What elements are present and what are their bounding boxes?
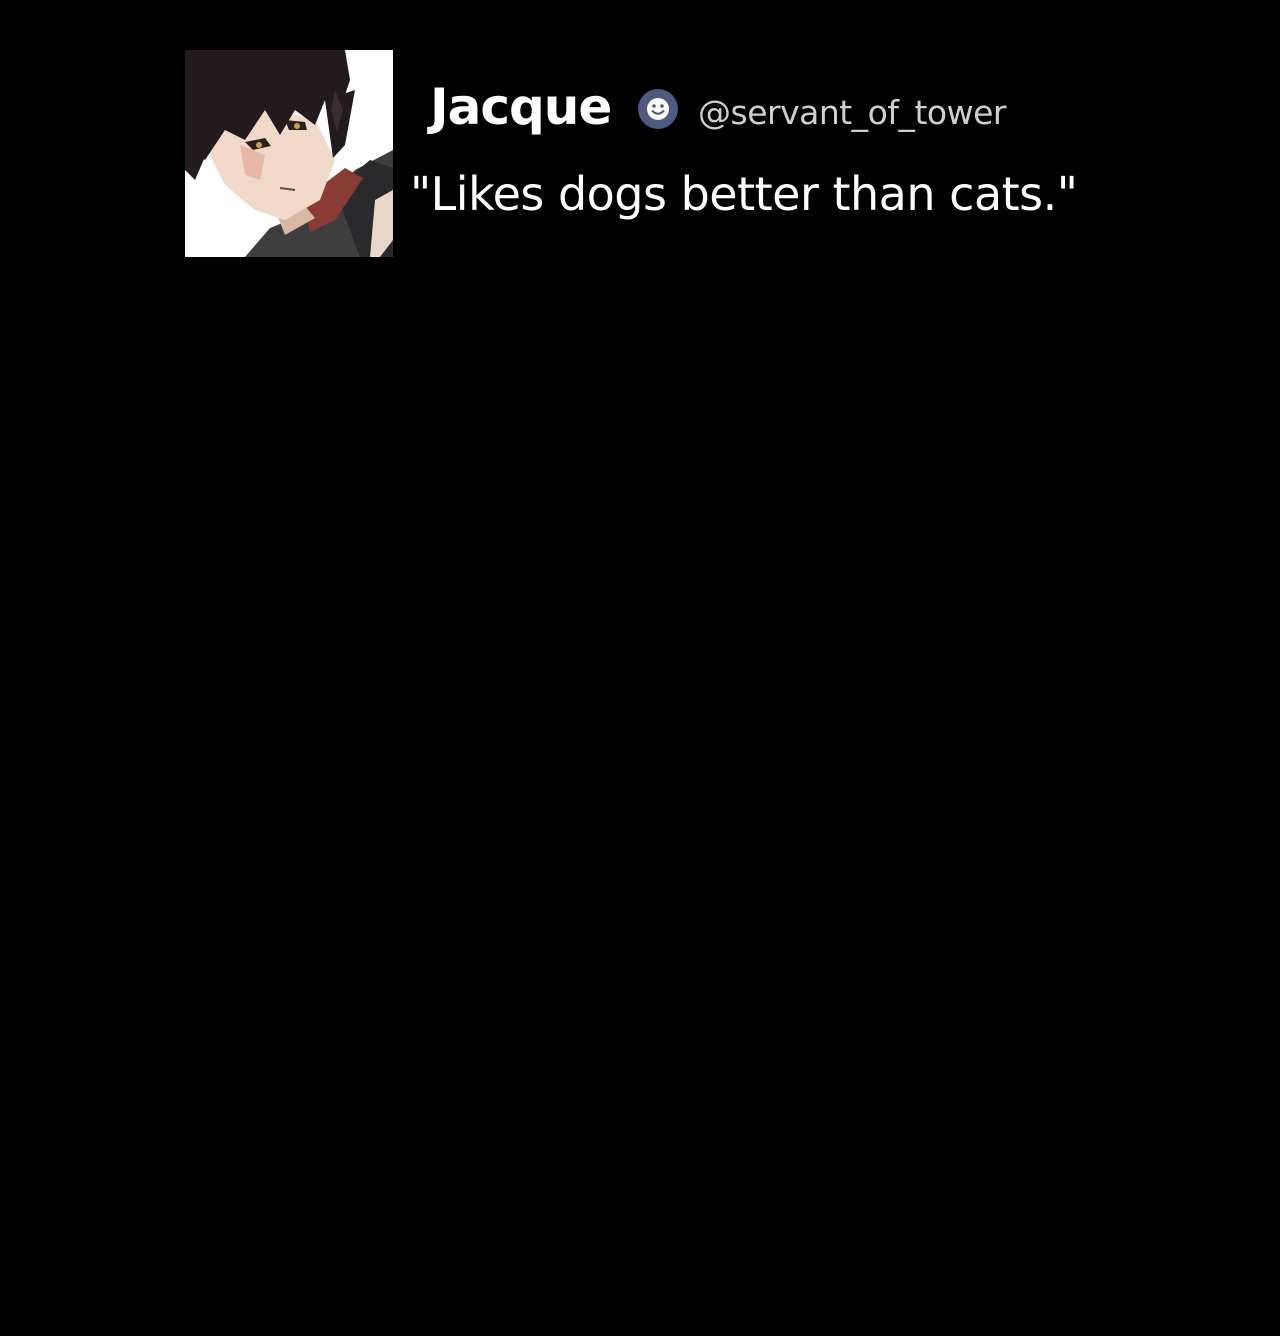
smiley-badge-icon [637, 88, 679, 130]
post-text: "Likes dogs better than cats." [410, 167, 1078, 221]
avatar-image [185, 50, 393, 257]
avatar[interactable] [185, 50, 393, 257]
post-card: Jacque @servant_of_tower "Likes dogs bet… [185, 50, 1145, 260]
user-handle[interactable]: @servant_of_tower [698, 90, 1006, 136]
display-name[interactable]: Jacque [430, 75, 612, 139]
